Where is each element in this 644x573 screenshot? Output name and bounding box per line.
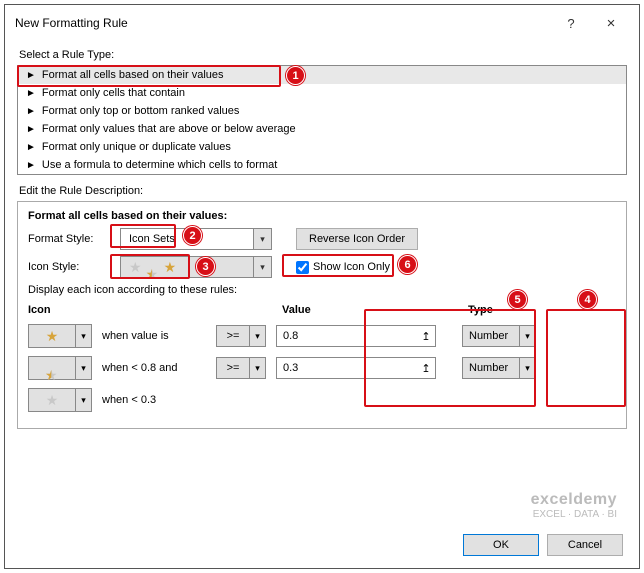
rule-type-item[interactable]: ► Format only cells that contain: [18, 84, 626, 102]
rule-condition-text: when < 0.3: [102, 394, 206, 406]
operator-value: >=: [217, 330, 249, 342]
chevron-down-icon: ▾: [249, 358, 265, 378]
range-ref-icon[interactable]: ↥: [417, 330, 435, 343]
star-empty-icon: ★: [46, 393, 59, 407]
bullet-icon: ►: [26, 88, 36, 99]
chevron-down-icon: ▾: [75, 389, 91, 411]
rule-type-item[interactable]: ► Format only top or bottom ranked value…: [18, 102, 626, 120]
rule-description-panel: Format all cells based on their values: …: [17, 201, 627, 429]
format-style-label: Format Style:: [28, 233, 112, 245]
chevron-down-icon: ▾: [519, 326, 535, 346]
star-full-icon: ★: [46, 329, 59, 343]
show-icon-only-checkbox[interactable]: Show Icon Only: [296, 261, 390, 274]
rule-type-item[interactable]: ► Format only values that are above or b…: [18, 120, 626, 138]
icon-style-label: Icon Style:: [28, 261, 112, 273]
chevron-down-icon: ▾: [253, 257, 271, 277]
operator-combo-2[interactable]: >= ▾: [216, 357, 266, 379]
chevron-down-icon: ▾: [75, 357, 91, 379]
dialog-title: New Formatting Rule: [15, 16, 551, 30]
watermark: exceldemy EXCEL · DATA · BI: [531, 491, 617, 520]
star-full-icon: ★: [164, 260, 177, 274]
chevron-down-icon: ▾: [253, 229, 271, 249]
new-formatting-rule-dialog: New Formatting Rule ? × Select a Rule Ty…: [4, 4, 640, 569]
range-ref-icon[interactable]: ↥: [417, 362, 435, 375]
icon-select-2[interactable]: ★★ ▾: [28, 356, 92, 380]
rule-type-text: Format all cells based on their values: [42, 69, 224, 81]
icon-rule-row: ★ ▾ when value is >= ▾ 0.8 ↥ Number ▾: [28, 324, 616, 348]
edit-rule-description-label: Edit the Rule Description:: [19, 185, 639, 197]
close-button[interactable]: ×: [591, 11, 631, 35]
bullet-icon: ►: [26, 106, 36, 117]
rule-type-list[interactable]: ► Format all cells based on their values…: [17, 65, 627, 175]
icon-rule-row: ★★ ▾ when < 0.8 and >= ▾ 0.3 ↥ Number ▾: [28, 356, 616, 380]
icon-select-3[interactable]: ★ ▾: [28, 388, 92, 412]
select-rule-type-label: Select a Rule Type:: [19, 49, 639, 61]
bullet-icon: ►: [26, 124, 36, 135]
desc-title: Format all cells based on their values:: [28, 210, 616, 222]
rule-type-text: Format only unique or duplicate values: [42, 141, 231, 153]
bullet-icon: ►: [26, 160, 36, 171]
rule-type-text: Format only cells that contain: [42, 87, 185, 99]
rule-type-text: Format only top or bottom ranked values: [42, 105, 239, 117]
value-text: 0.3: [277, 362, 417, 374]
star-empty-icon: ★: [129, 260, 142, 274]
type-value: Number: [463, 362, 519, 374]
chevron-down-icon: ▾: [75, 325, 91, 347]
reverse-icon-order-button[interactable]: Reverse Icon Order: [296, 228, 418, 250]
rule-condition-text: when < 0.8 and: [102, 362, 206, 374]
chevron-down-icon: ▾: [249, 326, 265, 346]
operator-value: >=: [217, 362, 249, 374]
help-button[interactable]: ?: [551, 11, 591, 35]
bullet-icon: ►: [26, 70, 36, 81]
cancel-button[interactable]: Cancel: [547, 534, 623, 556]
dialog-footer: OK Cancel: [463, 534, 623, 556]
rule-type-item[interactable]: ► Use a formula to determine which cells…: [18, 156, 626, 174]
value-input-2[interactable]: 0.3 ↥: [276, 357, 436, 379]
bullet-icon: ►: [26, 142, 36, 153]
type-combo-2[interactable]: Number ▾: [462, 357, 536, 379]
type-value: Number: [463, 330, 519, 342]
icon-rule-header: Icon Value Type: [28, 304, 616, 316]
show-icon-only-label: Show Icon Only: [313, 261, 390, 273]
col-icon-header: Icon: [28, 304, 96, 316]
value-input-1[interactable]: 0.8 ↥: [276, 325, 436, 347]
rule-type-text: Use a formula to determine which cells t…: [42, 159, 277, 171]
ok-button[interactable]: OK: [463, 534, 539, 556]
icon-style-preview: ★ ★★ ★: [121, 260, 253, 274]
operator-combo-1[interactable]: >= ▾: [216, 325, 266, 347]
rule-type-item[interactable]: ► Format all cells based on their values: [18, 66, 626, 84]
icon-select-1[interactable]: ★ ▾: [28, 324, 92, 348]
type-combo-1[interactable]: Number ▾: [462, 325, 536, 347]
col-value-header: Value: [282, 304, 442, 316]
rule-type-text: Format only values that are above or bel…: [42, 123, 296, 135]
col-type-header: Type: [468, 304, 542, 316]
watermark-sub: EXCEL · DATA · BI: [531, 509, 617, 520]
icon-rule-row: ★ ▾ when < 0.3: [28, 388, 616, 412]
show-icon-only-input[interactable]: [296, 261, 309, 274]
chevron-down-icon: ▾: [519, 358, 535, 378]
rule-type-item[interactable]: ► Format only unique or duplicate values: [18, 138, 626, 156]
watermark-logo: exceldemy: [531, 491, 617, 509]
rule-condition-text: when value is: [102, 330, 206, 342]
titlebar: New Formatting Rule ? ×: [5, 5, 639, 43]
value-text: 0.8: [277, 330, 417, 342]
display-rule-label: Display each icon according to these rul…: [28, 284, 616, 296]
